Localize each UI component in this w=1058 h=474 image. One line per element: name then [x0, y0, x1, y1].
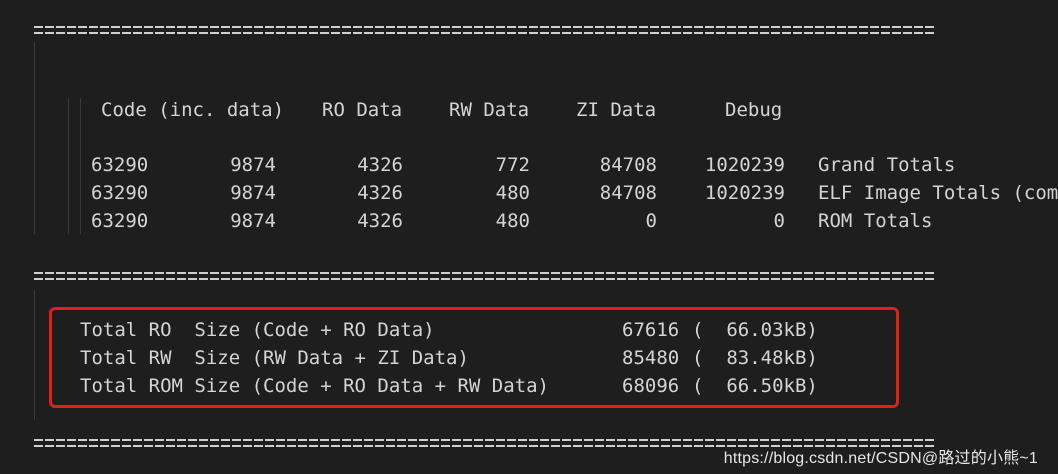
cell-zi-data: 84708	[599, 182, 657, 204]
cell-ro-data: 4326	[357, 182, 403, 204]
indent-guide	[80, 98, 81, 234]
summary-bytes: 85480	[622, 347, 680, 369]
summary-bytes: 67616	[622, 319, 680, 341]
header-debug: Debug	[725, 99, 783, 121]
indent-guide	[34, 42, 35, 234]
cell-zi-data: 0	[645, 210, 657, 232]
header-rw-data: RW Data	[449, 99, 530, 121]
cell-code: 63290	[91, 154, 149, 176]
separator-line-middle	[34, 268, 934, 284]
header-zi-data: ZI Data	[576, 99, 657, 121]
cell-zi-data: 84708	[599, 154, 657, 176]
cell-rw-data: 480	[495, 210, 530, 232]
indent-guide	[34, 290, 35, 420]
cell-inc-data: 9874	[230, 182, 276, 204]
cell-ro-data: 4326	[357, 154, 403, 176]
header-code: Code (inc. data)	[101, 99, 285, 121]
summary-label: Total ROM Size (Code + RO Data + RW Data…	[80, 375, 549, 397]
cell-inc-data: 9874	[230, 154, 276, 176]
watermark-text: https://blog.csdn.net/CSDN@路过的小熊~1	[723, 450, 1038, 467]
cell-code: 63290	[91, 182, 149, 204]
summary-kb: ( 66.03kB)	[692, 319, 818, 341]
cell-debug: 1020239	[704, 182, 785, 204]
cell-code: 63290	[91, 210, 149, 232]
cell-rw-data: 480	[495, 182, 530, 204]
summary-label: Total RO Size (Code + RO Data)	[80, 319, 435, 341]
header-ro-data: RO Data	[322, 99, 403, 121]
summary-kb: ( 83.48kB)	[692, 347, 818, 369]
cell-rw-data: 772	[495, 154, 530, 176]
cell-debug: 1020239	[704, 154, 785, 176]
cell-label: ELF Image Totals (com	[818, 182, 1058, 204]
cell-label: Grand Totals	[818, 154, 956, 176]
cell-inc-data: 9874	[230, 210, 276, 232]
summary-bytes: 68096	[622, 375, 680, 397]
cell-debug: 0	[773, 210, 785, 232]
separator-line-top	[34, 22, 934, 38]
summary-kb: ( 66.50kB)	[692, 375, 818, 397]
cell-label: ROM Totals	[818, 210, 933, 232]
summary-label: Total RW Size (RW Data + ZI Data)	[80, 347, 469, 369]
indent-guide	[68, 98, 69, 234]
cell-ro-data: 4326	[357, 210, 403, 232]
